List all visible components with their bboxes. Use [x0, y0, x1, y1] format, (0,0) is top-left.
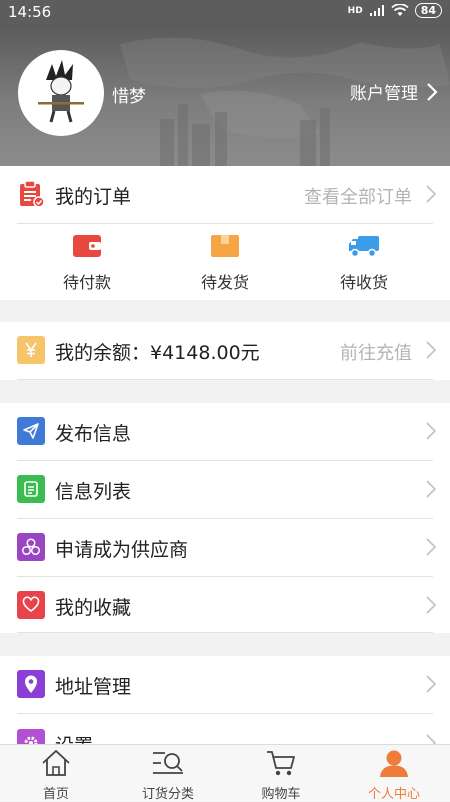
order-tab-pending-shipment[interactable]: 待发货 [150, 234, 300, 293]
menu-item-label: 信息列表 [55, 481, 132, 503]
menu-item-settings[interactable]: 设置 [0, 715, 450, 744]
chevron-right-icon [427, 82, 438, 101]
my-orders-row[interactable]: 我的订单 查看全部订单 [0, 166, 450, 223]
box-icon [211, 235, 239, 257]
menu-item-label: 发布信息 [55, 423, 132, 445]
avatar[interactable] [18, 50, 104, 136]
menu-item-apply-supplier[interactable]: 申请成为供应商 [0, 519, 450, 576]
chevron-right-icon [426, 341, 436, 359]
tab-cart[interactable]: 购物车 [225, 749, 337, 802]
order-tab-label: 待付款 [62, 273, 111, 292]
chevron-right-icon [426, 675, 436, 693]
chevron-right-icon [426, 538, 436, 556]
send-icon [17, 417, 45, 445]
list-icon [17, 475, 45, 503]
view-all-orders-link[interactable]: 查看全部订单 [304, 183, 412, 209]
balance-row[interactable]: 我的余额：¥4148.00元 前往充值 [0, 322, 450, 379]
menu-section: 发布信息 信息列表 申请成为供应商 我的收藏 [0, 403, 450, 633]
order-tab-pending-receipt[interactable]: 待收货 [289, 234, 439, 293]
menu-item-favorites[interactable]: 我的收藏 [0, 577, 450, 634]
menu-item-label: 地址管理 [55, 676, 132, 698]
status-bar: 14:56 HD 84 [0, 0, 450, 24]
battery-icon: 84 [414, 3, 442, 18]
order-tab-pending-payment[interactable]: 待付款 [12, 234, 162, 293]
chevron-right-icon [426, 734, 436, 744]
clipboard-icon [17, 180, 45, 208]
menu-item-publish-info[interactable]: 发布信息 [0, 403, 450, 460]
chevron-right-icon [426, 480, 436, 498]
menu-item-label: 我的收藏 [55, 597, 132, 619]
username: 惜梦 [112, 87, 146, 107]
divider [17, 632, 433, 633]
menu-item-address[interactable]: 地址管理 [0, 656, 450, 713]
profile-header: 惜梦 账户管理 [0, 24, 450, 166]
yuan-icon [17, 336, 45, 364]
chevron-right-icon [426, 185, 436, 203]
gear-icon [17, 729, 45, 744]
wallet-icon [73, 235, 101, 257]
tab-label: 首页 [42, 787, 69, 802]
supplier-icon [17, 533, 45, 561]
wifi-icon [391, 4, 409, 16]
status-time: 14:56 [8, 3, 52, 21]
tab-label: 订货分类 [141, 787, 194, 802]
order-tab-label: 待收货 [339, 273, 388, 292]
account-management-button[interactable]: 账户管理 [350, 79, 438, 104]
status-icons: HD 84 [348, 3, 442, 18]
truck-icon [349, 236, 379, 258]
divider [17, 379, 433, 380]
order-status-tabs: 待付款 待发货 待收货 [0, 224, 450, 300]
divider [17, 713, 433, 714]
signal-icon [369, 5, 384, 16]
recharge-link[interactable]: 前往充值 [340, 339, 412, 365]
tab-label: 个人中心 [367, 787, 420, 802]
menu-item-label: 设置 [55, 731, 93, 744]
cart-icon [267, 751, 295, 776]
orders-section: 我的订单 查看全部订单 待付款 待发货 待收货 [0, 166, 450, 300]
bottom-tab-bar: 首页 订货分类 购物车 个人中心 [0, 744, 450, 802]
tab-category[interactable]: 订货分类 [112, 749, 224, 802]
chevron-right-icon [426, 422, 436, 440]
location-icon [17, 670, 45, 698]
tab-profile[interactable]: 个人中心 [338, 749, 450, 802]
settings-section: 地址管理 设置 [0, 656, 450, 744]
menu-item-label: 申请成为供应商 [55, 539, 189, 561]
tab-label: 购物车 [261, 787, 301, 802]
my-orders-label: 我的订单 [55, 186, 132, 208]
avatar-image [38, 60, 84, 123]
heart-icon [17, 591, 45, 619]
balance-section: 我的余额：¥4148.00元 前往充值 [0, 322, 450, 380]
menu-item-info-list[interactable]: 信息列表 [0, 461, 450, 518]
account-management-label: 账户管理 [350, 84, 418, 104]
tab-home[interactable]: 首页 [0, 749, 112, 802]
category-icon [153, 752, 183, 774]
person-icon [380, 750, 408, 777]
network-label: HD [347, 5, 363, 16]
home-icon [42, 749, 70, 776]
balance-label: 我的余额：¥4148.00元 [55, 342, 260, 364]
chevron-right-icon [426, 596, 436, 614]
order-tab-label: 待发货 [200, 273, 249, 292]
